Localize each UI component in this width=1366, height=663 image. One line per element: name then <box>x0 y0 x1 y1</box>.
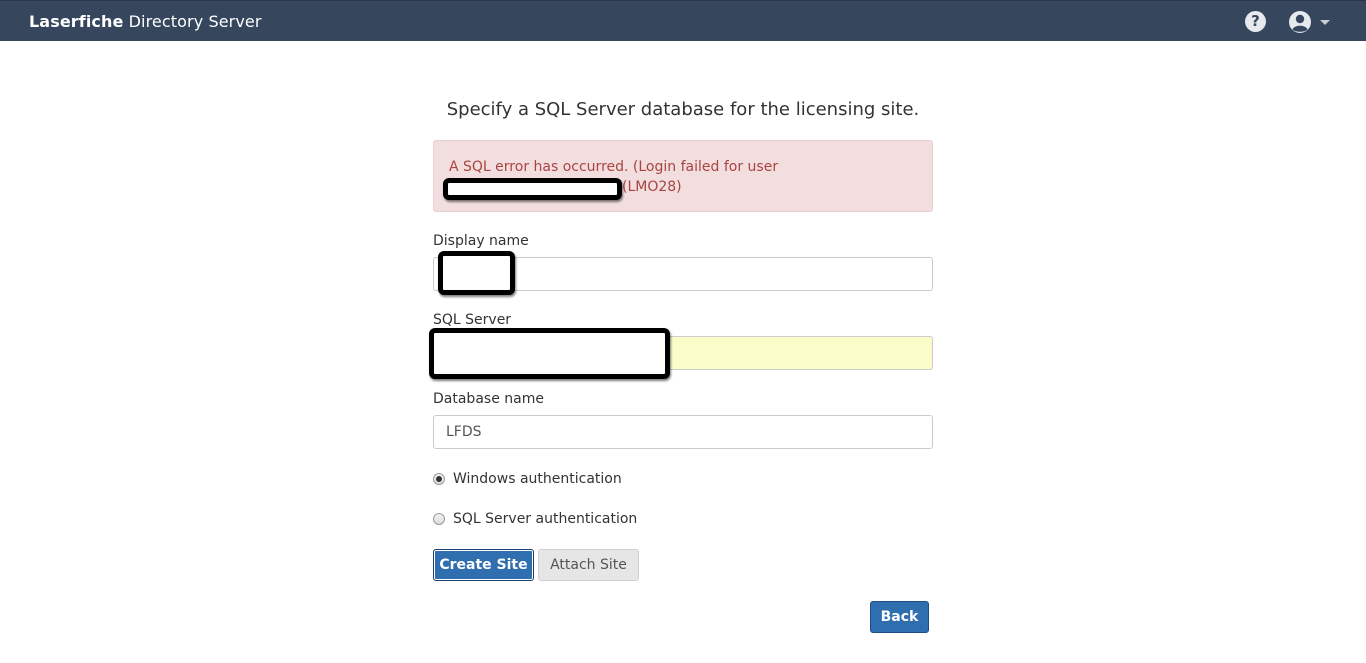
create-site-button[interactable]: Create Site <box>433 549 534 581</box>
help-icon[interactable]: ? <box>1245 11 1266 32</box>
user-menu-button[interactable] <box>1288 10 1332 34</box>
sql-auth-label: SQL Server authentication <box>453 511 638 527</box>
error-message-line1: A SQL error has occurred. (Login failed … <box>449 159 779 175</box>
brand-name-regular: Directory Server <box>123 12 262 31</box>
back-button[interactable]: Back <box>870 601 929 633</box>
database-name-input[interactable] <box>433 415 933 449</box>
windows-auth-option[interactable]: Windows authentication <box>433 469 633 489</box>
top-navigation-bar: Laserfiche Directory Server ? <box>0 0 1366 41</box>
user-avatar-icon <box>1289 11 1330 33</box>
database-name-label: Database name <box>433 391 544 407</box>
redaction-mark <box>443 178 622 200</box>
chevron-down-icon <box>1320 20 1330 25</box>
sql-auth-option[interactable]: SQL Server authentication <box>433 509 643 529</box>
redaction-mark <box>438 251 515 295</box>
sql-server-label: SQL Server <box>433 312 512 328</box>
page-title: Specify a SQL Server database for the li… <box>446 99 920 120</box>
brand-name-bold: Laserfiche <box>29 12 124 31</box>
windows-auth-label: Windows authentication <box>453 471 622 487</box>
error-alert: A SQL error has occurred. (Login failed … <box>433 140 933 212</box>
error-code: (LMO28) <box>622 179 682 195</box>
attach-site-button[interactable]: Attach Site <box>538 549 639 581</box>
display-name-label: Display name <box>433 233 529 249</box>
windows-auth-radio[interactable] <box>433 473 445 485</box>
app-brand: Laserfiche Directory Server <box>29 12 262 31</box>
redaction-mark <box>429 328 670 379</box>
sql-auth-radio[interactable] <box>433 513 445 525</box>
